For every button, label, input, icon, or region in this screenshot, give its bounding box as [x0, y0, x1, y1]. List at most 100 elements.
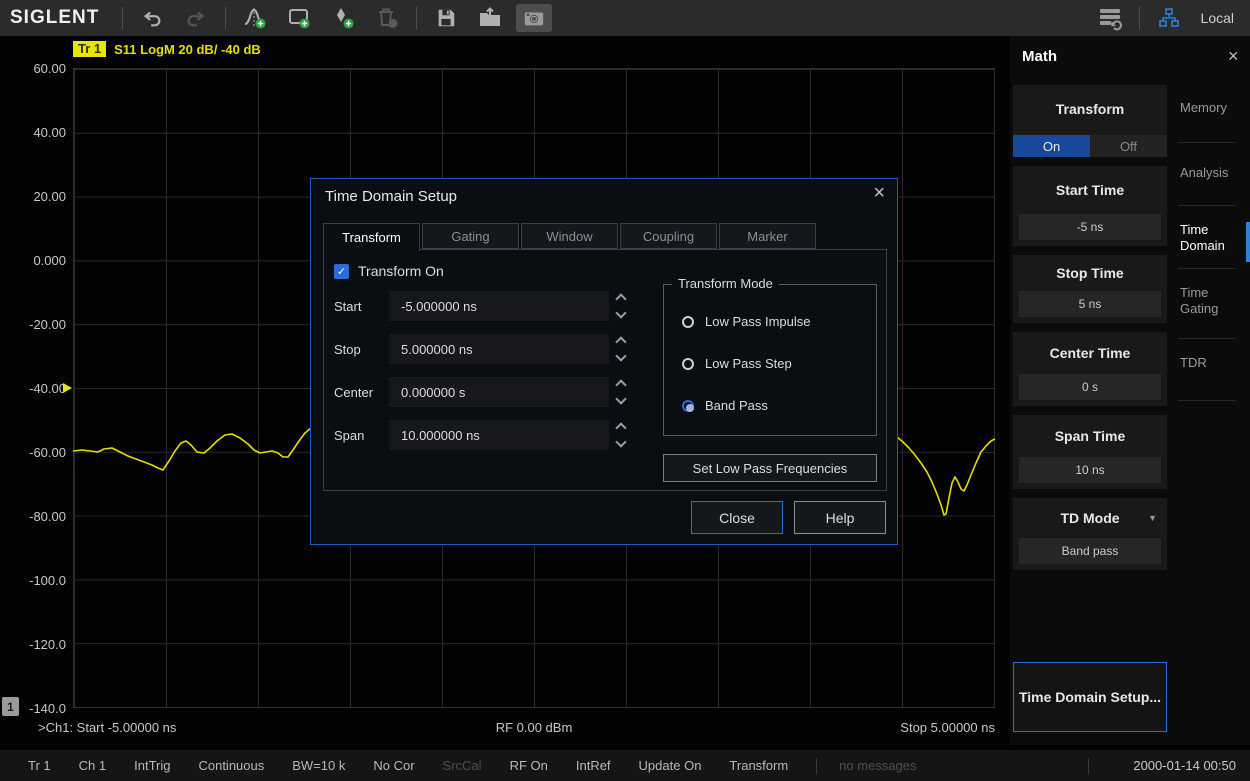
- td-mode-value[interactable]: Band pass: [1019, 538, 1161, 564]
- tab-marker[interactable]: Marker: [719, 223, 816, 249]
- close-button[interactable]: Close: [691, 501, 783, 534]
- status-update[interactable]: Update On: [639, 758, 702, 773]
- status-sweep[interactable]: Continuous: [198, 758, 264, 773]
- tab-gating[interactable]: Gating: [422, 223, 519, 249]
- menu-item-analysis[interactable]: Analysis: [1180, 165, 1242, 181]
- spinner-down-icon[interactable]: [615, 393, 626, 404]
- center-time-value[interactable]: 0 s: [1019, 374, 1161, 400]
- menu-item-memory[interactable]: Memory: [1180, 100, 1242, 116]
- tab-transform[interactable]: Transform: [323, 223, 420, 251]
- spinner-down-icon[interactable]: [615, 350, 626, 361]
- undo-button[interactable]: [134, 4, 170, 32]
- menu-item-tdr[interactable]: TDR: [1180, 355, 1242, 371]
- help-button[interactable]: Help: [794, 501, 886, 534]
- trace-segment-left: [73, 428, 311, 470]
- add-window-button[interactable]: [281, 4, 317, 32]
- td-mode-control[interactable]: TD Mode ▼ Band pass: [1013, 498, 1167, 570]
- network-button[interactable]: [1151, 4, 1187, 32]
- remote-mode-label[interactable]: Local: [1201, 10, 1234, 26]
- stop-field-input[interactable]: 5.000000 ns: [389, 334, 609, 364]
- radio-label: Low Pass Step: [705, 356, 792, 371]
- status-correction[interactable]: No Cor: [373, 758, 414, 773]
- menu-divider: [1178, 338, 1236, 339]
- window-number-badge[interactable]: 1: [2, 697, 19, 716]
- transform-on-button[interactable]: On: [1013, 135, 1090, 157]
- menu-item-time-domain[interactable]: Time Domain: [1180, 222, 1242, 254]
- dialog-close-icon[interactable]: ×: [873, 183, 885, 203]
- span-time-value[interactable]: 10 ns: [1019, 457, 1161, 483]
- y-axis-label: 40.00: [0, 125, 66, 140]
- trace-badge[interactable]: Tr 1: [73, 41, 106, 57]
- transform-off-button[interactable]: Off: [1090, 135, 1167, 157]
- span-time-control[interactable]: Span Time 10 ns: [1013, 415, 1167, 489]
- trace-params[interactable]: S11 LogM 20 dB/ -40 dB: [114, 42, 261, 57]
- status-datetime: 2000-01-14 00:50: [1133, 758, 1236, 773]
- status-divider: [816, 758, 817, 774]
- td-mode-label-text: TD Mode: [1060, 510, 1119, 526]
- open-button[interactable]: [472, 4, 508, 32]
- redo-icon: [185, 7, 207, 29]
- tab-window[interactable]: Window: [521, 223, 618, 249]
- delete-trace-button[interactable]: [369, 4, 405, 32]
- radio-unselected-icon[interactable]: [682, 316, 694, 328]
- save-button[interactable]: [428, 4, 464, 32]
- chevron-down-icon[interactable]: ▼: [1148, 513, 1157, 523]
- stop-field-spinner[interactable]: [617, 334, 625, 364]
- spinner-up-icon[interactable]: [615, 379, 626, 390]
- trace-segment-right: [897, 437, 995, 515]
- channel-stop-label: Stop 5.00000 ns: [73, 720, 995, 735]
- span-field-input[interactable]: 10.000000 ns: [389, 420, 609, 450]
- add-trace-button[interactable]: [237, 4, 273, 32]
- spinner-up-icon[interactable]: [615, 336, 626, 347]
- start-field-input[interactable]: -5.000000 ns: [389, 291, 609, 321]
- radio-label: Low Pass Impulse: [705, 314, 811, 329]
- spinner-up-icon[interactable]: [615, 293, 626, 304]
- center-time-control[interactable]: Center Time 0 s: [1013, 332, 1167, 406]
- start-time-label: Start Time: [1013, 166, 1167, 214]
- vna-application: SIGLENT: [0, 0, 1250, 781]
- stop-time-control[interactable]: Stop Time 5 ns: [1013, 255, 1167, 323]
- add-marker-button[interactable]: [325, 4, 361, 32]
- redo-button[interactable]: [178, 4, 214, 32]
- radio-low-pass-step[interactable]: Low Pass Step: [682, 356, 792, 371]
- status-message: no messages: [839, 758, 916, 773]
- start-field-spinner[interactable]: [617, 291, 625, 321]
- stop-time-value[interactable]: 5 ns: [1019, 291, 1161, 317]
- status-channel[interactable]: Ch 1: [79, 758, 106, 773]
- checkbox-label: Transform On: [358, 263, 444, 279]
- transform-on-checkbox-row[interactable]: ✓ Transform On: [334, 263, 444, 279]
- set-low-pass-frequencies-button[interactable]: Set Low Pass Frequencies: [663, 454, 877, 482]
- stop-field-label: Stop: [334, 342, 389, 357]
- span-field-spinner[interactable]: [617, 420, 625, 450]
- status-trigger[interactable]: IntTrig: [134, 758, 170, 773]
- start-time-control[interactable]: Start Time -5 ns: [1013, 166, 1167, 246]
- add-trace-icon: [243, 6, 267, 30]
- status-rf[interactable]: RF On: [510, 758, 548, 773]
- center-field-label: Center: [334, 385, 389, 400]
- status-ref[interactable]: IntRef: [576, 758, 611, 773]
- center-field-input[interactable]: 0.000000 s: [389, 377, 609, 407]
- status-trace[interactable]: Tr 1: [28, 758, 51, 773]
- checkbox-checked-icon[interactable]: ✓: [334, 264, 349, 279]
- time-domain-setup-button[interactable]: Time Domain Setup...: [1013, 662, 1167, 732]
- start-time-value[interactable]: -5 ns: [1019, 214, 1161, 240]
- tab-coupling[interactable]: Coupling: [620, 223, 717, 249]
- system-config-button[interactable]: [1092, 4, 1128, 32]
- center-field-spinner[interactable]: [617, 377, 625, 407]
- menu-item-time-gating[interactable]: Time Gating: [1180, 285, 1242, 317]
- siglent-logo: SIGLENT: [10, 7, 99, 29]
- spinner-up-icon[interactable]: [615, 422, 626, 433]
- y-axis-label: 20.00: [0, 189, 66, 204]
- add-marker-icon: [331, 6, 355, 30]
- screenshot-button[interactable]: [516, 4, 552, 32]
- radio-low-pass-impulse[interactable]: Low Pass Impulse: [682, 314, 811, 329]
- math-controls: Transform On Off Start Time -5 ns Stop T…: [1013, 85, 1167, 570]
- radio-unselected-icon[interactable]: [682, 358, 694, 370]
- menu-divider: [1178, 142, 1236, 143]
- status-transform[interactable]: Transform: [729, 758, 788, 773]
- spinner-down-icon[interactable]: [615, 436, 626, 447]
- radio-selected-icon[interactable]: [682, 400, 694, 412]
- spinner-down-icon[interactable]: [615, 307, 626, 318]
- radio-band-pass[interactable]: Band Pass: [682, 398, 768, 413]
- status-bandwidth[interactable]: BW=10 k: [292, 758, 345, 773]
